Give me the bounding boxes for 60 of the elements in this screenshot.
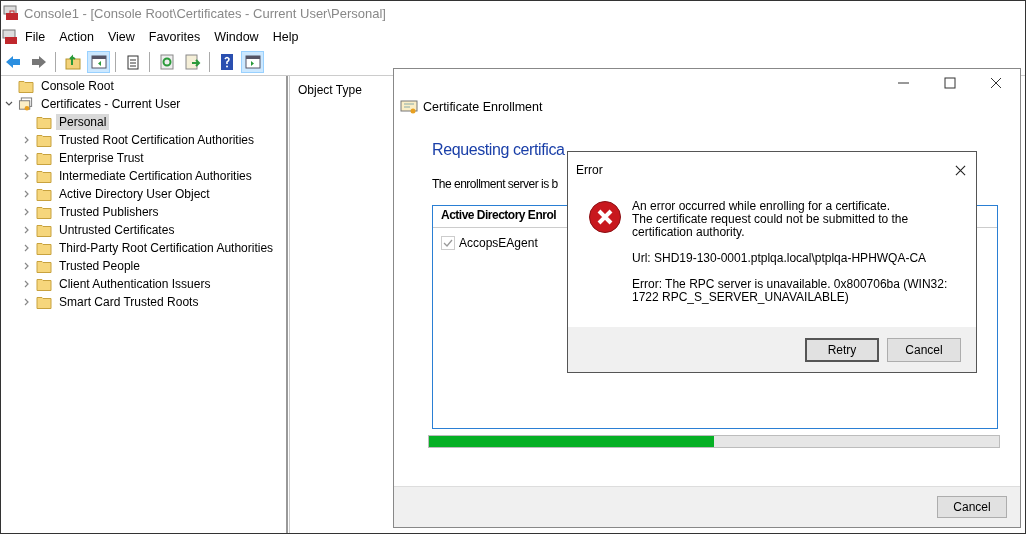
- close-icon[interactable]: [955, 164, 966, 176]
- tree-item[interactable]: Smart Card Trusted Roots: [56, 294, 202, 310]
- folder-icon: [36, 168, 52, 184]
- page-heading: Requesting certifica: [432, 141, 565, 159]
- column-header[interactable]: Object Type: [290, 76, 370, 104]
- tree-item[interactable]: Intermediate Certification Authorities: [56, 168, 255, 184]
- console-icon[interactable]: [2, 29, 18, 45]
- menu-item[interactable]: Favorites: [141, 30, 208, 44]
- folder-up-icon: [63, 53, 82, 71]
- menu-item[interactable]: Action: [52, 30, 101, 44]
- folder-icon: [36, 222, 52, 238]
- menu-item[interactable]: Window: [207, 30, 266, 44]
- action-pane-button[interactable]: [241, 51, 264, 73]
- checkbox[interactable]: [441, 236, 455, 250]
- folder-icon: [36, 150, 52, 166]
- console-icon: [3, 5, 19, 21]
- tree-item[interactable]: Trusted Root Certification Authorities: [56, 132, 257, 148]
- tree-item[interactable]: Console Root: [38, 78, 117, 94]
- export-icon: [183, 53, 202, 71]
- status-text: The enrollment server is b: [432, 177, 558, 191]
- folder-icon: [36, 240, 52, 256]
- tree-item[interactable]: Third-Party Root Certification Authorities: [56, 240, 277, 256]
- tree-item[interactable]: Untrusted Certificates: [56, 222, 178, 238]
- pane-icon: [89, 53, 108, 71]
- window-title: Console1 - [Console Root\Certificates - Current User\Personal]: [24, 5, 386, 21]
- folder-icon: [36, 132, 52, 148]
- folder-icon: [18, 78, 34, 94]
- menu-item[interactable]: View: [100, 30, 142, 44]
- dialog-title: Error: [576, 163, 603, 177]
- menu-item[interactable]: Help: [265, 30, 306, 44]
- refresh-icon: [157, 53, 176, 71]
- tree-item[interactable]: Active Directory User Object: [56, 186, 213, 202]
- folder-icon: [36, 204, 52, 220]
- folder-icon: [36, 258, 52, 274]
- dialog-button[interactable]: Cancel: [887, 337, 961, 362]
- folder-icon: [36, 294, 52, 310]
- tree-item[interactable]: Client Authentication Issuers: [56, 276, 214, 292]
- tree-toggle-button[interactable]: [87, 51, 110, 73]
- folder-icon: [36, 186, 52, 202]
- certificate-icon: [18, 96, 34, 112]
- menu-item[interactable]: File: [18, 30, 53, 44]
- folder-icon: [36, 114, 52, 130]
- dialog-button[interactable]: Retry: [805, 337, 879, 362]
- window-title: Certificate Enrollment: [423, 100, 543, 114]
- tree-item[interactable]: Trusted Publishers: [56, 204, 162, 220]
- close-icon[interactable]: [990, 77, 1002, 89]
- tree-item[interactable]: Trusted People: [56, 258, 143, 274]
- pane-icon: [243, 53, 262, 71]
- error-detail: Error: The RPC server is unavailable. 0x800706ba (WIN32: 1722 RPC_S_SERVER_UNAVAILABLE): [632, 278, 949, 304]
- folder-icon: [36, 276, 52, 292]
- certificate-icon: [400, 99, 418, 115]
- cancel-button[interactable]: Cancel: [937, 496, 1007, 518]
- certificate-label: AccopsEAgent: [459, 236, 538, 250]
- error-icon: [588, 200, 622, 234]
- right-arrow-icon: [29, 53, 48, 71]
- maximize-icon[interactable]: [944, 77, 956, 89]
- server-url: Url: SHD19-130-0001.ptplqa.local\ptplqa-HPHWQA-CA: [632, 252, 928, 265]
- tree-item[interactable]: Enterprise Trust: [56, 150, 147, 166]
- tree-item[interactable]: Certificates - Current User: [38, 96, 184, 112]
- tree-item[interactable]: Personal: [56, 114, 110, 130]
